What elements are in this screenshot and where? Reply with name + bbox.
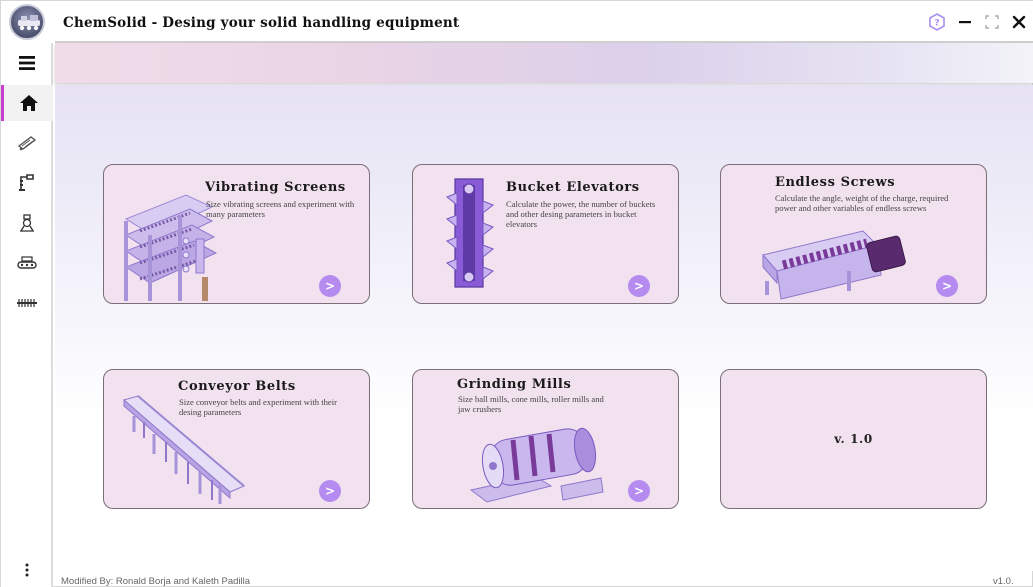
maximize-icon <box>985 15 999 29</box>
bucket-elevator-icon <box>19 174 34 191</box>
card-title: Bucket Elevators <box>506 180 640 195</box>
minimize-button[interactable] <box>956 13 974 31</box>
close-icon <box>1012 15 1026 29</box>
sidebar-item-home[interactable] <box>1 85 53 121</box>
card-version: v. 1.0 <box>720 369 987 509</box>
open-vibrating-screens-button[interactable]: > <box>319 275 341 297</box>
help-button[interactable]: ? <box>928 13 946 31</box>
sidebar-item-bucket-elevators[interactable] <box>1 165 53 201</box>
open-conveyor-belts-button[interactable]: > <box>319 480 341 502</box>
grinding-mill-icon <box>20 214 34 232</box>
header-banner <box>55 43 1033 83</box>
sidebar-item-grinding-mills[interactable] <box>1 205 53 241</box>
card-description: Size conveyor belts and experiment with … <box>179 397 337 417</box>
sidebar <box>1 43 53 587</box>
card-title: Grinding Mills <box>457 377 572 392</box>
card-vibrating-screens[interactable]: Vibrating Screens Size vibrating screens… <box>103 164 370 304</box>
card-title: Endless Screws <box>775 175 896 190</box>
grinding-mill-image <box>469 427 604 503</box>
menu-icon <box>19 56 35 70</box>
card-description: Calculate the angle, weight of the charg… <box>775 193 949 213</box>
more-vertical-icon <box>25 563 29 577</box>
version-label: v. 1.0 <box>834 432 873 446</box>
card-endless-screws[interactable]: Endless Screws Calculate the angle, weig… <box>720 164 987 304</box>
card-title: Vibrating Screens <box>205 180 346 195</box>
minimize-icon <box>959 21 971 24</box>
window-title: ChemSolid - Desing your solid handling e… <box>63 15 460 31</box>
card-grinding-mills[interactable]: Grinding Mills Size ball mills, cone mil… <box>412 369 679 509</box>
sidebar-menu-button[interactable] <box>1 45 53 81</box>
footer-version: v1.0. <box>993 576 1014 587</box>
card-title: Conveyor Belts <box>178 379 296 394</box>
close-button[interactable] <box>1010 13 1028 31</box>
endless-screw-image <box>762 230 906 300</box>
card-description: Calculate the power, the number of bucke… <box>506 199 656 229</box>
help-icon: ? <box>929 13 945 31</box>
card-description: Size vibrating screens and experiment wi… <box>206 199 355 219</box>
title-bar: ChemSolid - Desing your solid handling e… <box>1 1 1033 43</box>
maximize-button[interactable] <box>983 13 1001 31</box>
sidebar-item-conveyor-belts[interactable] <box>1 245 53 281</box>
home-icon <box>19 95 38 111</box>
bucket-elevator-image <box>446 178 494 288</box>
svg-text:?: ? <box>934 19 939 29</box>
card-conveyor-belts[interactable]: Conveyor Belts Size conveyor belts and e… <box>103 369 370 509</box>
vibrating-screen-icon <box>17 136 37 151</box>
card-description: Size ball mills, cone mills, roller mill… <box>458 394 604 414</box>
card-bucket-elevators[interactable]: Bucket Elevators Calculate the power, th… <box>412 164 679 304</box>
endless-screw-icon <box>17 299 37 307</box>
sidebar-more-button[interactable] <box>1 555 53 585</box>
open-endless-screws-button[interactable]: > <box>936 275 958 297</box>
app-window: ChemSolid - Desing your solid handling e… <box>0 0 1033 587</box>
conveyor-belt-icon <box>17 256 37 269</box>
open-bucket-elevators-button[interactable]: > <box>628 275 650 297</box>
sidebar-item-endless-screws[interactable] <box>1 285 53 321</box>
footer-credits: Modified By: Ronald Borja and Kaleth Pad… <box>61 576 251 587</box>
main-content: Vibrating Screens Size vibrating screens… <box>55 85 1033 571</box>
open-grinding-mills-button[interactable]: > <box>628 480 650 502</box>
app-logo <box>9 4 45 40</box>
sidebar-item-vibrating-screens[interactable] <box>1 125 53 161</box>
